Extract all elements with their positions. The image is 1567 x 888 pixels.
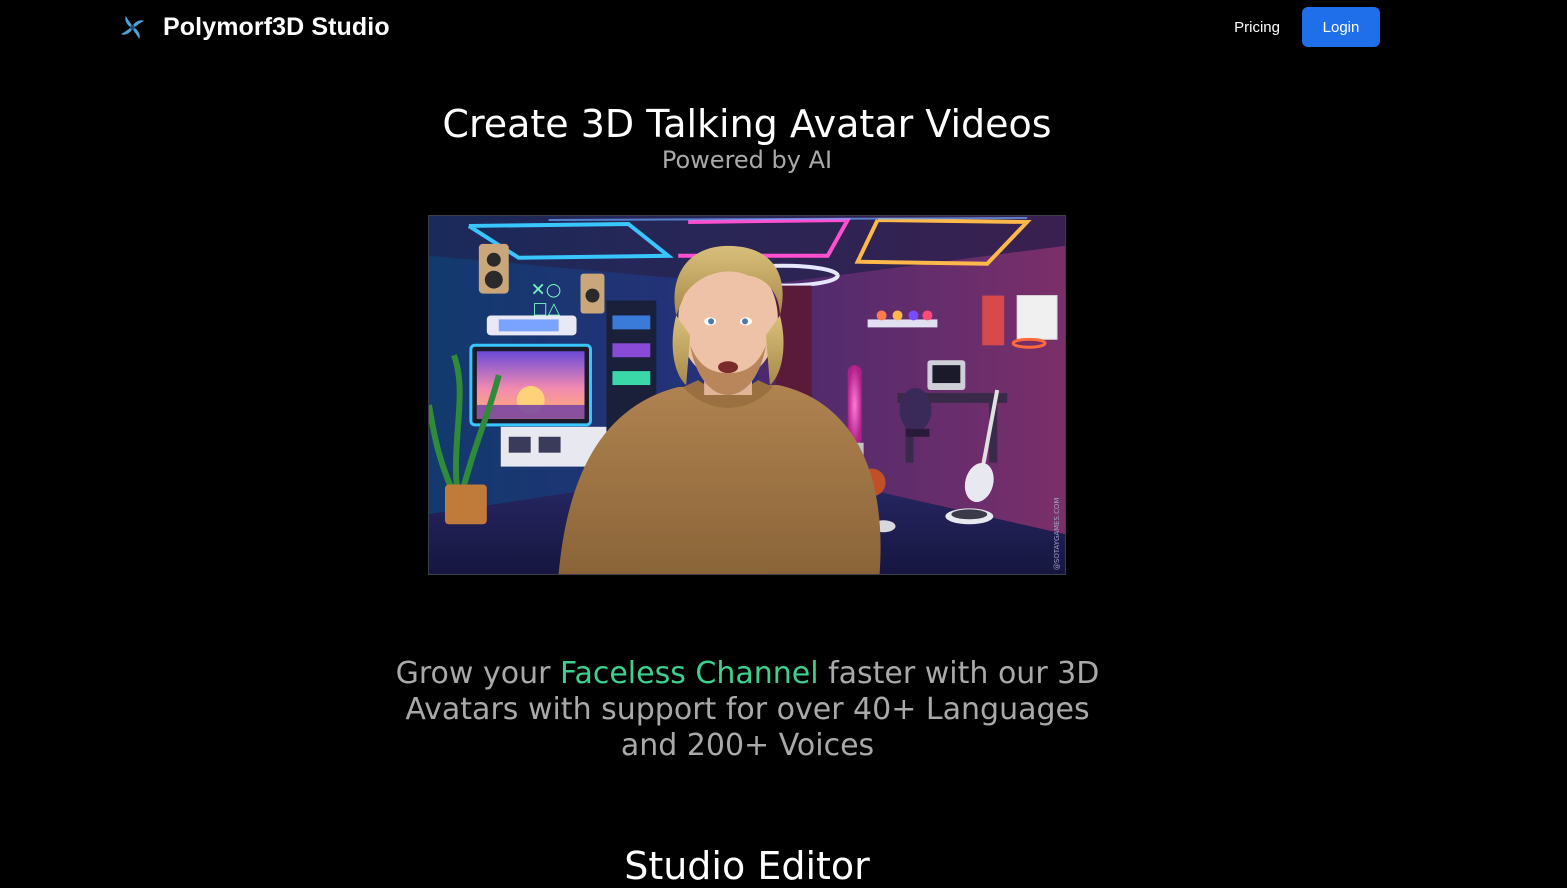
landing-page: Polymorf3D Studio Pricing Login Create 3…: [0, 0, 1567, 888]
hero-avatar-video[interactable]: ✕○ □△ @SOTAYGAMES.COM: [428, 215, 1066, 575]
avatar-room-illustration: ✕○ □△ @SOTAYGAMES.COM: [429, 216, 1065, 574]
login-button[interactable]: Login: [1302, 7, 1380, 47]
studio-editor-title: Studio Editor: [624, 844, 870, 888]
svg-text:□△: □△: [533, 298, 561, 317]
nav-links: Pricing Login: [1234, 7, 1380, 47]
tagline-prefix: Grow your: [395, 656, 560, 691]
brand[interactable]: Polymorf3D Studio: [116, 10, 390, 44]
pricing-link[interactable]: Pricing: [1234, 19, 1280, 36]
hero-title: Create 3D Talking Avatar Videos: [442, 102, 1052, 146]
media-watermark: @SOTAYGAMES.COM: [1053, 498, 1061, 570]
brand-name: Polymorf3D Studio: [163, 12, 390, 41]
svg-text:✕○: ✕○: [531, 280, 562, 301]
tagline-highlight: Faceless Channel: [559, 656, 819, 691]
tagline: Grow your Faceless Channel faster with o…: [385, 656, 1110, 764]
hero-subtitle: Powered by AI: [661, 146, 833, 174]
top-navbar: Polymorf3D Studio Pricing Login: [0, 0, 1567, 54]
pinwheel-logo-icon: [120, 15, 145, 39]
